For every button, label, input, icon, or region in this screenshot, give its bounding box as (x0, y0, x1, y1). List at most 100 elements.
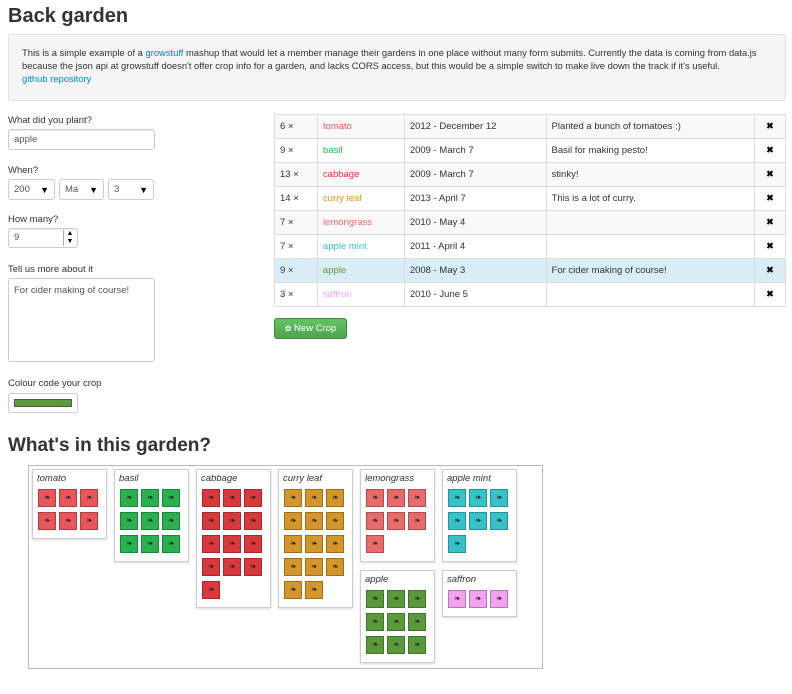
plant-cell[interactable]: ❧ (408, 590, 426, 608)
crop-card[interactable]: curry leaf ❧ ❧ ❧ ❧ ❧ ❧ ❧ ❧ ❧ ❧ ❧ ❧ ❧ ❧ (278, 469, 353, 608)
plant-cell[interactable]: ❧ (305, 535, 323, 553)
table-row[interactable]: 9 × basil 2009 - March 7 Basil for making p… (274, 138, 786, 163)
plant-cell[interactable]: ❧ (80, 512, 98, 530)
plant-cell[interactable]: ❧ (408, 489, 426, 507)
plant-cell[interactable]: ❧ (448, 535, 466, 553)
plant-cell[interactable]: ❧ (305, 558, 323, 576)
plant-cell[interactable]: ❧ (366, 512, 384, 530)
plant-cell[interactable]: ❧ (284, 512, 302, 530)
plant-cell[interactable]: ❧ (120, 535, 138, 553)
crop-card[interactable]: apple mint ❧ ❧ ❧ ❧ ❧ ❧ ❧ (442, 469, 517, 562)
plant-cell[interactable]: ❧ (202, 558, 220, 576)
colour-picker[interactable] (8, 393, 78, 413)
plant-cell[interactable]: ❧ (284, 581, 302, 599)
plant-cell[interactable]: ❧ (223, 558, 241, 576)
growstuff-link[interactable]: growstuff (146, 47, 184, 58)
crop-card[interactable]: cabbage ❧ ❧ ❧ ❧ ❧ ❧ ❧ ❧ ❧ ❧ ❧ ❧ ❧ (196, 469, 271, 608)
crop-card[interactable]: apple ❧ ❧ ❧ ❧ ❧ ❧ ❧ ❧ ❧ (360, 570, 435, 663)
plant-cell[interactable]: ❧ (490, 512, 508, 530)
plant-cell[interactable]: ❧ (366, 535, 384, 553)
github-link[interactable]: github repository (22, 73, 91, 84)
plant-cell[interactable]: ❧ (305, 512, 323, 530)
plant-cell[interactable]: ❧ (305, 489, 323, 507)
plant-cell[interactable]: ❧ (387, 613, 405, 631)
crop-card[interactable]: lemongrass ❧ ❧ ❧ ❧ ❧ ❧ ❧ (360, 469, 435, 562)
plant-cell[interactable]: ❧ (490, 489, 508, 507)
table-row[interactable]: 6 × tomato 2012 - December 12 Planted a bun… (274, 114, 786, 139)
new-crop-button[interactable]: ✿ New Crop (274, 318, 347, 339)
table-row[interactable]: 7 × apple mint 2011 - April 4 ✖ (274, 234, 786, 259)
plant-cell[interactable]: ❧ (408, 512, 426, 530)
plant-cell[interactable]: ❧ (408, 613, 426, 631)
crop-card[interactable]: basil ❧ ❧ ❧ ❧ ❧ ❧ ❧ ❧ ❧ (114, 469, 189, 562)
plant-cell[interactable]: ❧ (244, 535, 262, 553)
plant-cell[interactable]: ❧ (366, 636, 384, 654)
spinner-down-icon[interactable]: ▼ (64, 238, 76, 246)
plant-cell[interactable]: ❧ (448, 590, 466, 608)
plant-cell[interactable]: ❧ (326, 489, 344, 507)
plant-cell[interactable]: ❧ (120, 512, 138, 530)
remove-icon[interactable]: ✖ (754, 138, 786, 163)
remove-icon[interactable]: ✖ (754, 186, 786, 211)
plant-cell[interactable]: ❧ (284, 489, 302, 507)
table-row[interactable]: 13 × cabbage 2009 - March 7 stinky! ✖ (274, 162, 786, 187)
plant-cell[interactable]: ❧ (141, 535, 159, 553)
remove-icon[interactable]: ✖ (754, 258, 786, 283)
remove-icon[interactable]: ✖ (754, 162, 786, 187)
plant-cell[interactable]: ❧ (387, 590, 405, 608)
plant-cell[interactable]: ❧ (244, 489, 262, 507)
about-textarea[interactable]: For cider making of course! (8, 278, 155, 362)
plant-cell[interactable]: ❧ (326, 512, 344, 530)
plant-cell[interactable]: ❧ (326, 558, 344, 576)
plant-cell[interactable]: ❧ (366, 590, 384, 608)
plant-input[interactable]: apple (8, 129, 155, 150)
day-select[interactable]: 3 ▼ (108, 179, 154, 200)
plant-cell[interactable]: ❧ (366, 489, 384, 507)
remove-icon[interactable]: ✖ (754, 114, 786, 139)
spinner[interactable]: ▲ ▼ (63, 230, 76, 246)
plant-cell[interactable]: ❧ (162, 489, 180, 507)
plant-cell[interactable]: ❧ (448, 512, 466, 530)
plant-cell[interactable]: ❧ (284, 535, 302, 553)
remove-icon[interactable]: ✖ (754, 210, 786, 235)
plant-cell[interactable]: ❧ (59, 489, 77, 507)
year-select[interactable]: 200 ▼ (8, 179, 55, 200)
remove-icon[interactable]: ✖ (754, 282, 786, 307)
plant-cell[interactable]: ❧ (408, 636, 426, 654)
plant-cell[interactable]: ❧ (223, 535, 241, 553)
plant-cell[interactable]: ❧ (202, 512, 220, 530)
plant-cell[interactable]: ❧ (162, 512, 180, 530)
plant-cell[interactable]: ❧ (387, 489, 405, 507)
plant-cell[interactable]: ❧ (469, 512, 487, 530)
plant-cell[interactable]: ❧ (141, 512, 159, 530)
plant-cell[interactable]: ❧ (59, 512, 77, 530)
table-row[interactable]: 14 × curry leaf 2013 - April 7 This is a lo… (274, 186, 786, 211)
crop-card[interactable]: saffron ❧ ❧ ❧ (442, 570, 517, 617)
plant-cell[interactable]: ❧ (38, 489, 56, 507)
table-row[interactable]: 7 × lemongrass 2010 - May 4 ✖ (274, 210, 786, 235)
plant-cell[interactable]: ❧ (305, 581, 323, 599)
crop-card[interactable]: tomato ❧ ❧ ❧ ❧ ❧ ❧ (32, 469, 107, 539)
plant-cell[interactable]: ❧ (120, 489, 138, 507)
plant-cell[interactable]: ❧ (448, 489, 466, 507)
plant-cell[interactable]: ❧ (38, 512, 56, 530)
plant-cell[interactable]: ❧ (284, 558, 302, 576)
plant-cell[interactable]: ❧ (387, 512, 405, 530)
quantity-stepper[interactable]: 9 ▲ ▼ (8, 228, 78, 248)
plant-cell[interactable]: ❧ (202, 489, 220, 507)
plant-cell[interactable]: ❧ (387, 636, 405, 654)
month-select[interactable]: Ma ▼ (59, 179, 104, 200)
plant-cell[interactable]: ❧ (469, 489, 487, 507)
plant-cell[interactable]: ❧ (162, 535, 180, 553)
table-row[interactable]: 3 × saffron 2010 - June 5 ✖ (274, 282, 786, 307)
plant-cell[interactable]: ❧ (141, 489, 159, 507)
plant-cell[interactable]: ❧ (223, 512, 241, 530)
spinner-up-icon[interactable]: ▲ (64, 230, 76, 238)
plant-cell[interactable]: ❧ (202, 581, 220, 599)
plant-cell[interactable]: ❧ (244, 512, 262, 530)
plant-cell[interactable]: ❧ (326, 535, 344, 553)
remove-icon[interactable]: ✖ (754, 234, 786, 259)
table-row[interactable]: 9 × apple 2008 - May 3 For cider making of … (274, 258, 786, 283)
plant-cell[interactable]: ❧ (366, 613, 384, 631)
plant-cell[interactable]: ❧ (202, 535, 220, 553)
